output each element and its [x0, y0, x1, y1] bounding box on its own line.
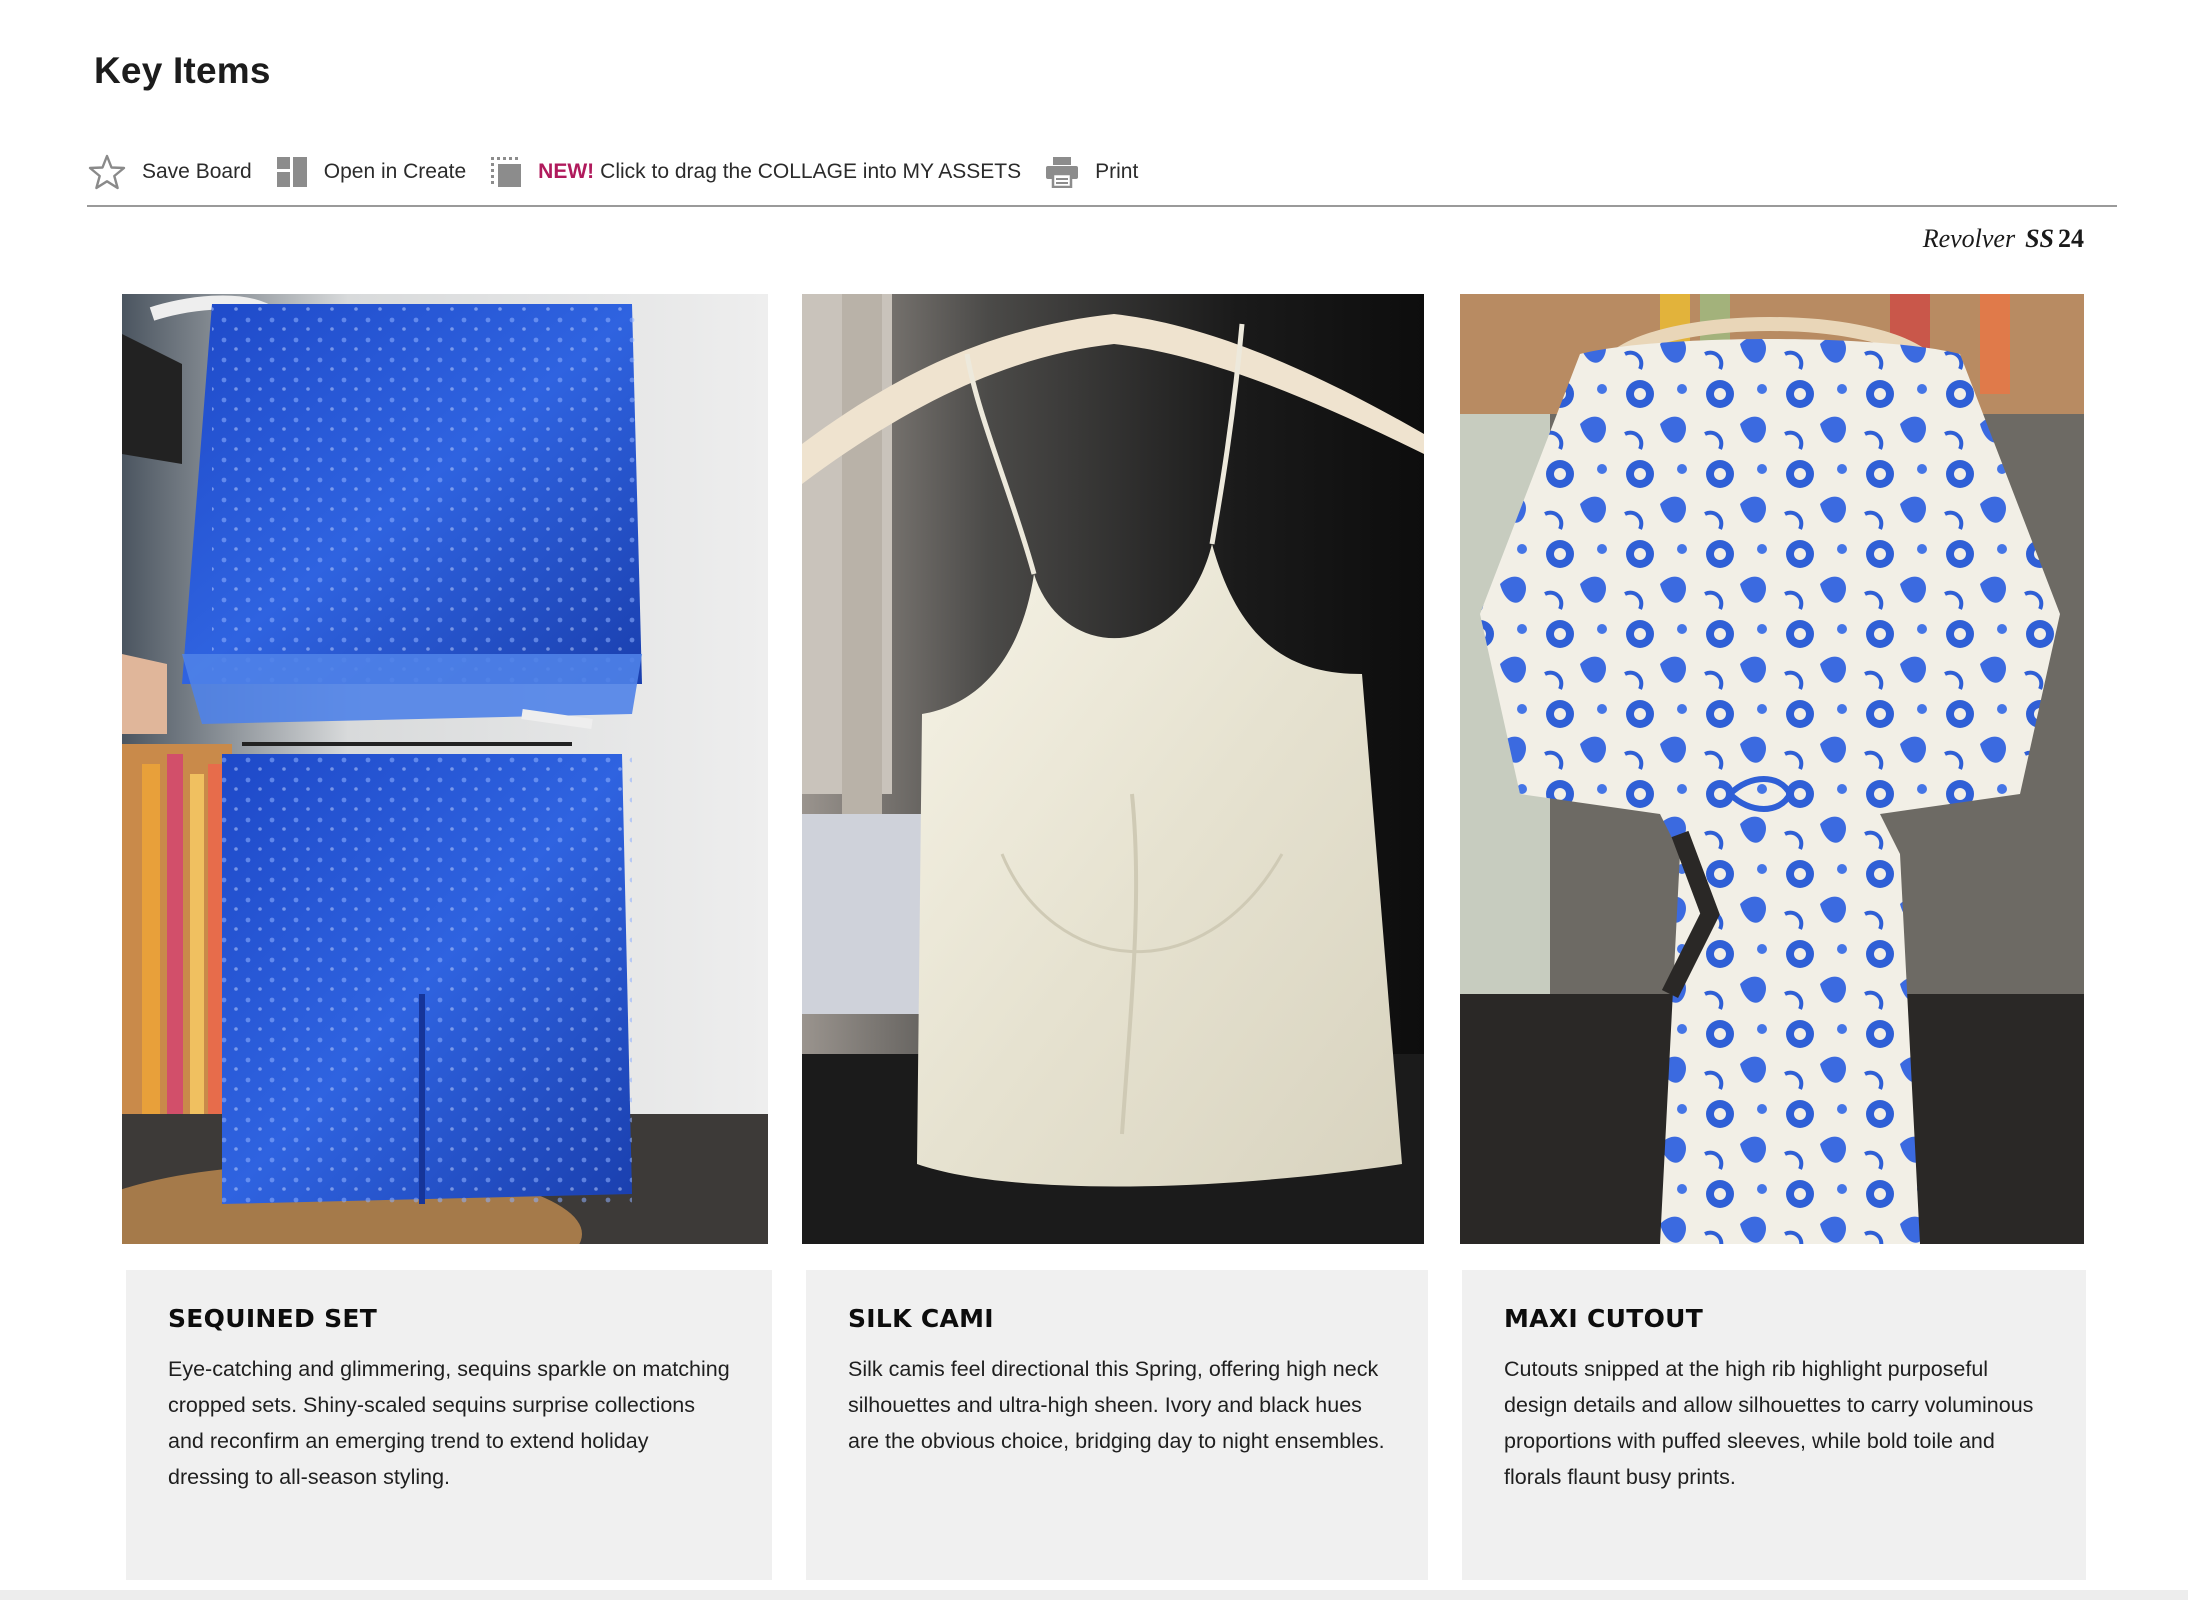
- save-board-label: Save Board: [142, 160, 252, 183]
- brand-name: Revolver: [1922, 224, 2016, 253]
- collage-drag-button[interactable]: NEW! Click to drag the COLLAGE into MY A…: [490, 156, 1021, 188]
- printer-icon: [1045, 156, 1079, 188]
- item-description: Eye-catching and glimmering, sequins spa…: [168, 1357, 730, 1489]
- page-bottom-edge: [0, 1590, 2188, 1600]
- collage-icon: [490, 156, 522, 188]
- open-in-create-button[interactable]: Open in Create: [276, 156, 466, 188]
- toolbar-divider: [87, 205, 2117, 207]
- brand-label: Revolver SS 24: [1923, 224, 2084, 254]
- layout-icon: [276, 156, 308, 188]
- silk-cami-image[interactable]: [802, 294, 1424, 1244]
- item-card-silk-cami: SILK CAMI Silk camis feel directional th…: [806, 1270, 1428, 1580]
- print-button[interactable]: Print: [1045, 156, 1138, 188]
- collage-drag-label: Click to drag the COLLAGE into MY ASSETS: [600, 160, 1022, 183]
- item-title: SILK CAMI: [848, 1304, 994, 1333]
- page-title: Key Items: [94, 50, 271, 91]
- item-description: Cutouts snipped at the high rib highligh…: [1504, 1357, 2034, 1489]
- item-card-sequined-set: SEQUINED SET Eye-catching and glimmering…: [126, 1270, 772, 1580]
- season-label: SS: [2025, 224, 2054, 253]
- open-in-create-label: Open in Create: [323, 160, 467, 183]
- print-label: Print: [1095, 160, 1139, 183]
- star-icon: [88, 154, 126, 190]
- item-title: MAXI CUTOUT: [1504, 1304, 1704, 1333]
- save-board-button[interactable]: Save Board: [88, 154, 252, 190]
- new-badge: NEW!: [538, 160, 595, 183]
- toolbar: Save Board Open in Create NEW! Click to …: [88, 152, 1138, 192]
- sequined-set-image[interactable]: [122, 294, 768, 1244]
- item-card-maxi-cutout: MAXI CUTOUT Cutouts snipped at the high …: [1462, 1270, 2086, 1580]
- maxi-cutout-image[interactable]: [1460, 294, 2084, 1244]
- season-year: 24: [2058, 224, 2084, 253]
- item-title: SEQUINED SET: [168, 1304, 378, 1333]
- item-description: Silk camis feel directional this Spring,…: [848, 1357, 1385, 1453]
